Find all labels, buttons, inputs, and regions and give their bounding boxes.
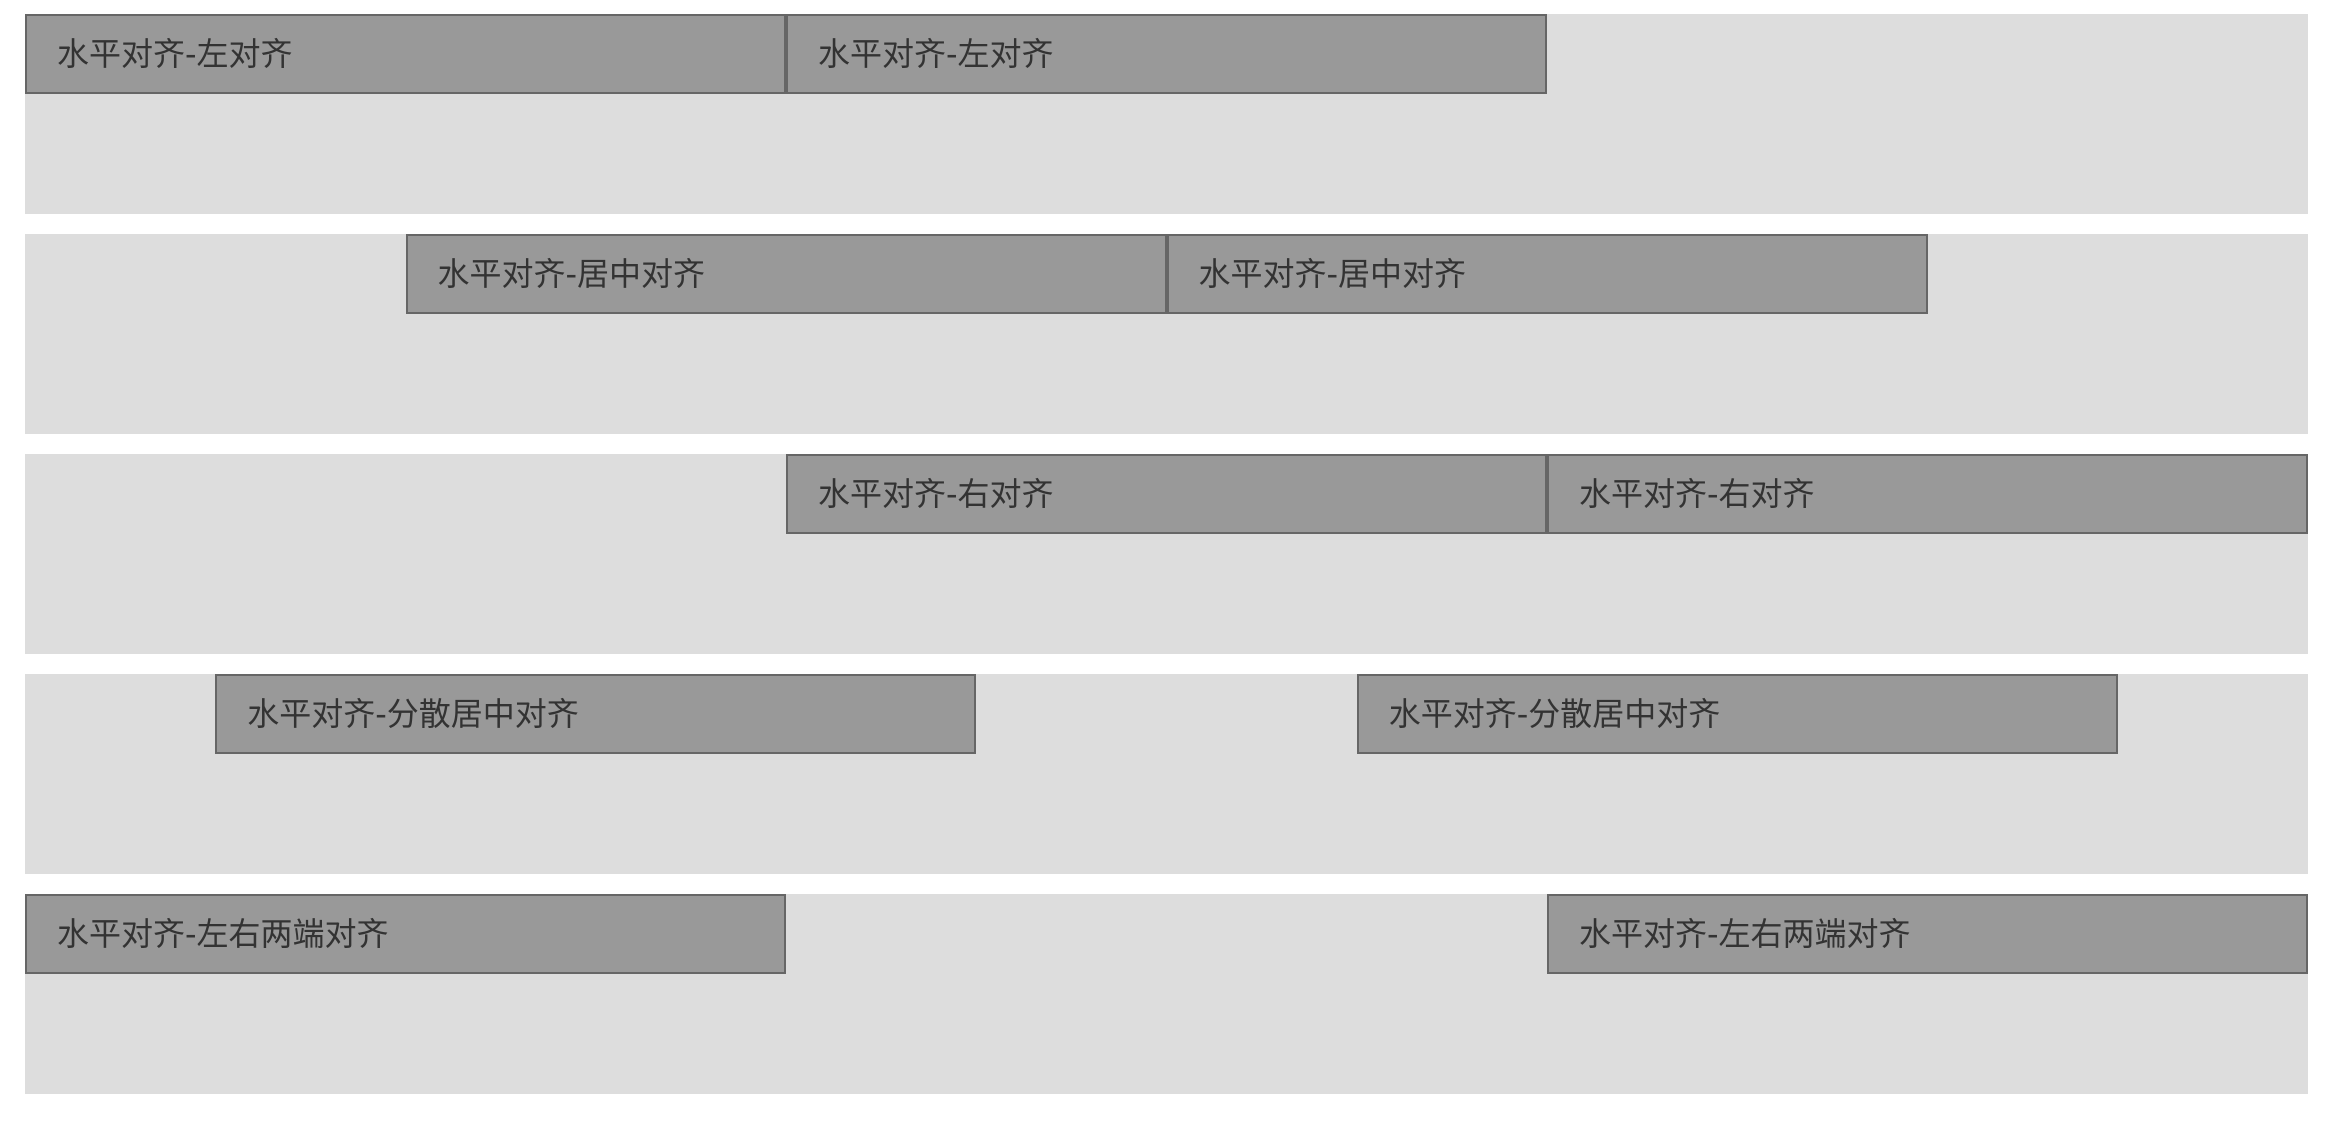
flex-container-space-around: 水平对齐-分散居中对齐 水平对齐-分散居中对齐: [25, 674, 2308, 874]
flex-item-center-2: 水平对齐-居中对齐: [1166, 234, 1928, 314]
flex-item-space-between-1: 水平对齐-左右两端对齐: [25, 894, 786, 974]
flex-item-space-around-2: 水平对齐-分散居中对齐: [1356, 674, 2118, 754]
flex-item-right-1: 水平对齐-右对齐: [786, 454, 1547, 534]
flex-container-center-align: 水平对齐-居中对齐 水平对齐-居中对齐: [25, 234, 2308, 434]
flex-container-right-align: 水平对齐-右对齐 水平对齐-右对齐: [25, 454, 2308, 654]
flex-item-center-1: 水平对齐-居中对齐: [405, 234, 1167, 314]
flex-item-space-between-2: 水平对齐-左右两端对齐: [1547, 894, 2308, 974]
flex-container-left-align: 水平对齐-左对齐 水平对齐-左对齐: [25, 14, 2308, 214]
flex-container-space-between: 水平对齐-左右两端对齐 水平对齐-左右两端对齐: [25, 894, 2308, 1094]
flex-item-left-1: 水平对齐-左对齐: [25, 14, 786, 94]
flex-item-left-2: 水平对齐-左对齐: [786, 14, 1547, 94]
flex-item-space-around-1: 水平对齐-分散居中对齐: [215, 674, 977, 754]
flex-item-right-2: 水平对齐-右对齐: [1547, 454, 2308, 534]
